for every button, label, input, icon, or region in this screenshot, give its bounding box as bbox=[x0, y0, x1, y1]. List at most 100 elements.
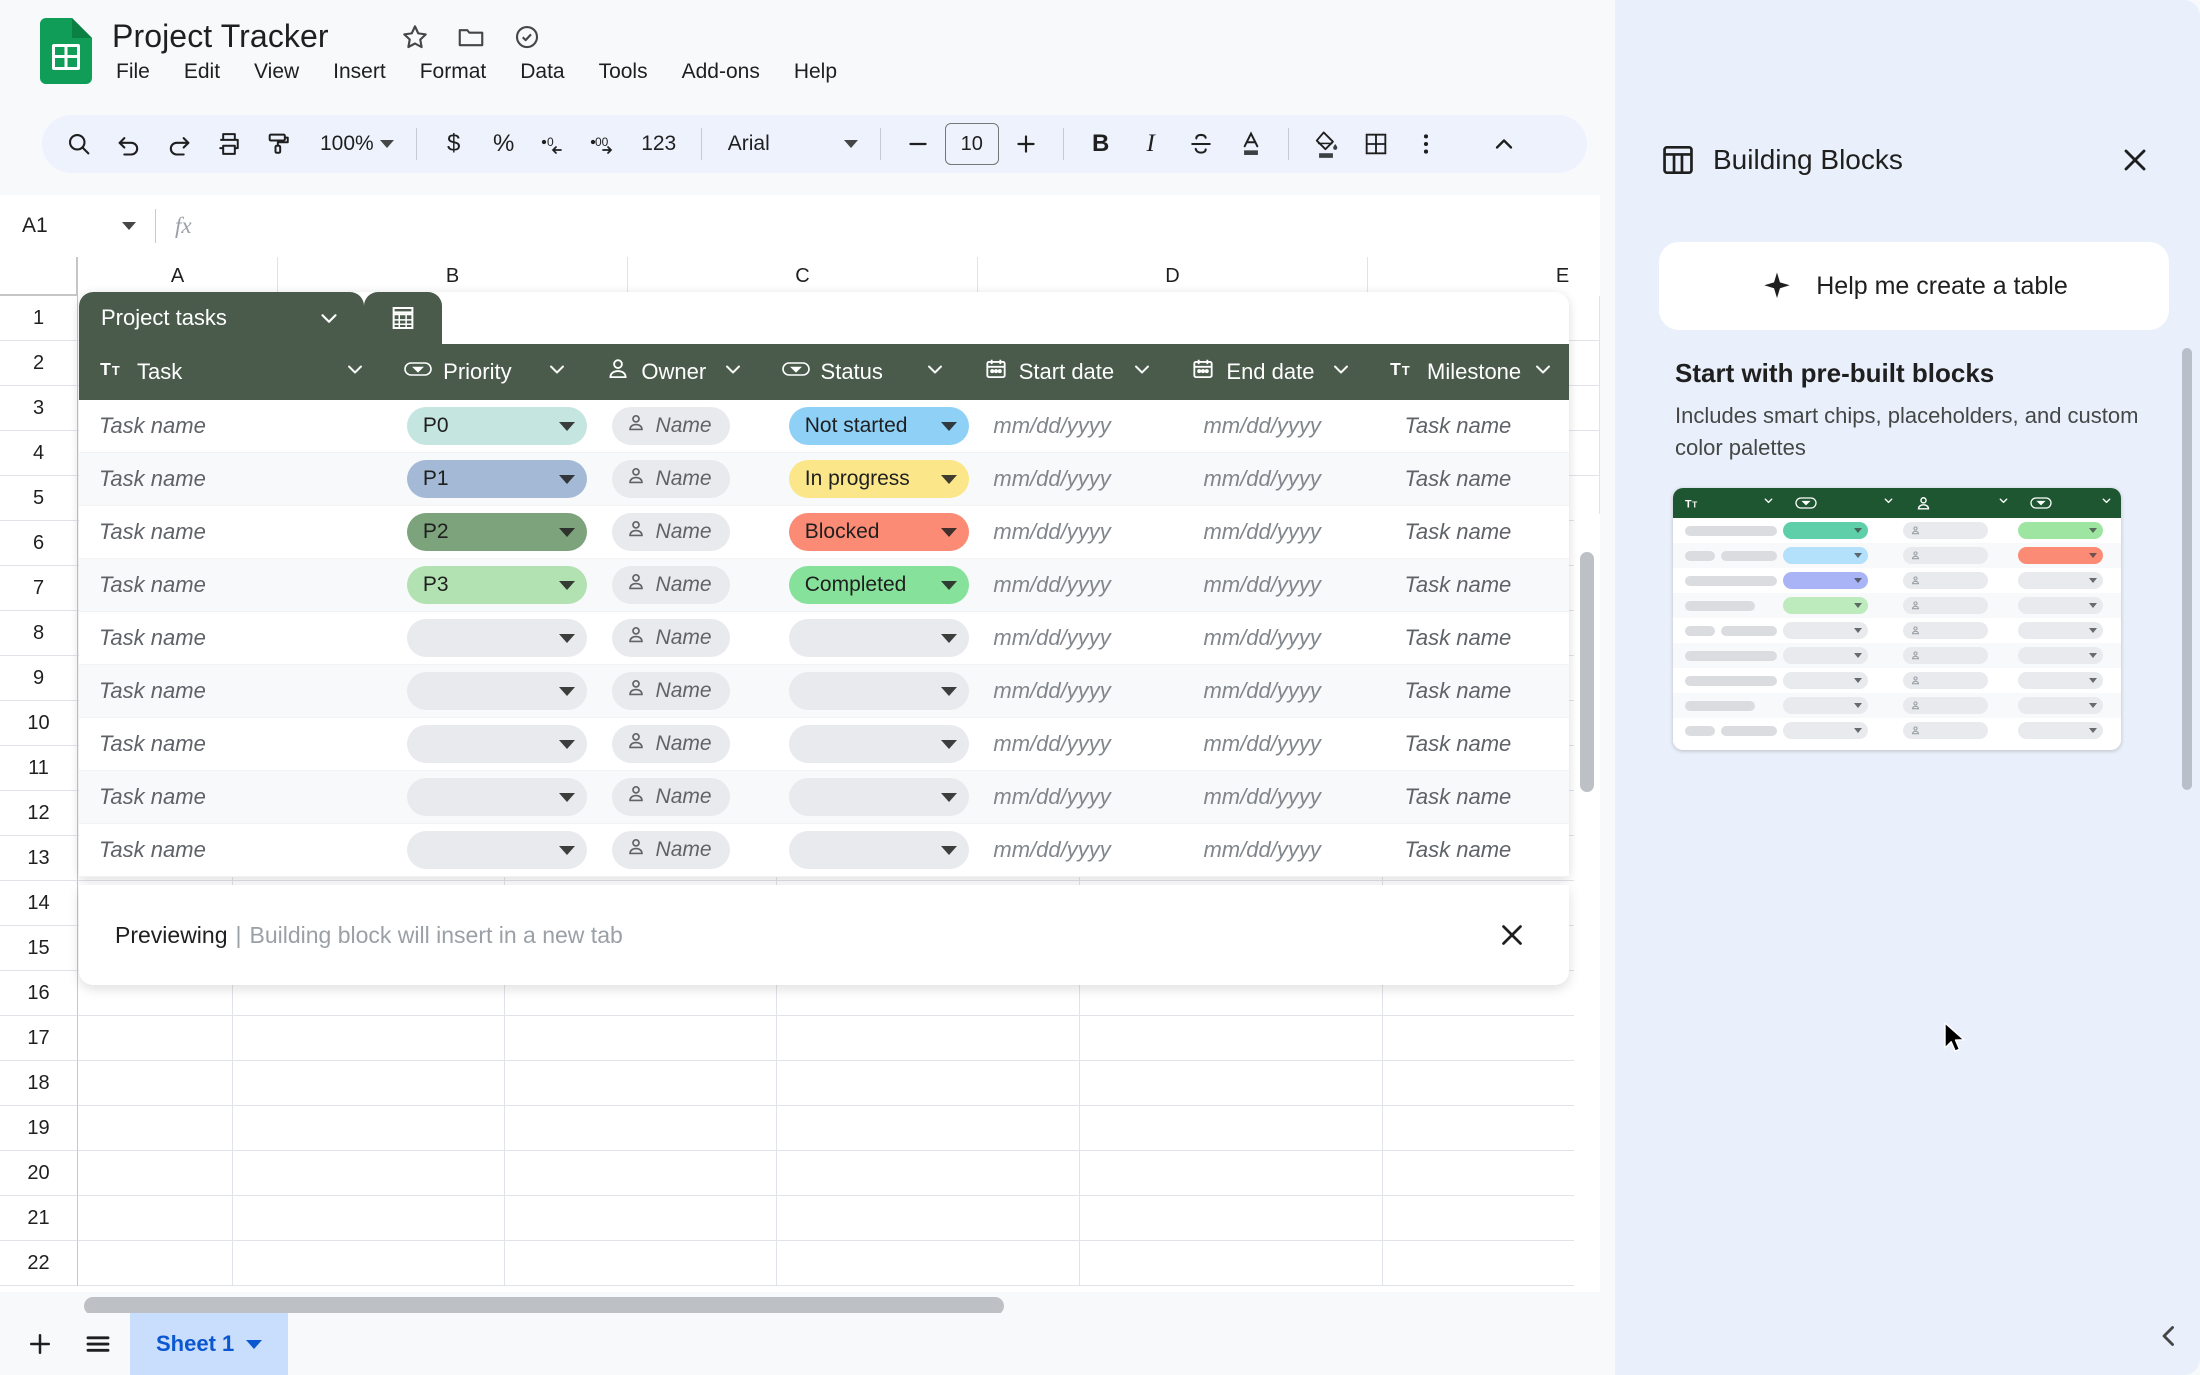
bb-table-row[interactable]: Task name Name mm/dd/yyyy mm/dd/yyyy Task na… bbox=[79, 771, 1569, 824]
owner-chip[interactable]: Name bbox=[611, 778, 730, 816]
row-header-1[interactable]: 1 bbox=[0, 296, 78, 341]
status-chip[interactable]: Blocked bbox=[788, 513, 969, 551]
bb-cell-milestone[interactable]: Task name bbox=[1384, 612, 1569, 665]
building-block-table-preview[interactable]: Project tasks T T Task Priority Owner Status S… bbox=[79, 292, 1569, 877]
status-chip[interactable] bbox=[788, 778, 969, 816]
chevron-down-icon[interactable] bbox=[721, 357, 745, 387]
menu-data[interactable]: Data bbox=[516, 58, 568, 86]
status-chip[interactable]: Not started bbox=[788, 407, 969, 445]
bb-column-header-priority[interactable]: Priority bbox=[383, 344, 585, 400]
bb-cell-task[interactable]: Task name bbox=[79, 453, 387, 506]
grid-row[interactable] bbox=[78, 1151, 1600, 1196]
grid-cell[interactable] bbox=[505, 1016, 777, 1061]
grid-cell[interactable] bbox=[505, 1106, 777, 1151]
bb-cell-task[interactable]: Task name bbox=[79, 400, 387, 453]
bb-table-row[interactable]: Task name P3 Name Completed mm/dd/yyyy mm/dd/… bbox=[79, 559, 1569, 612]
bb-column-header-milestone[interactable]: T T Milestone bbox=[1369, 344, 1569, 400]
row-header-2[interactable]: 2 bbox=[0, 341, 78, 386]
grid-cell[interactable] bbox=[78, 1196, 234, 1241]
menu-edit[interactable]: Edit bbox=[180, 58, 224, 86]
bb-cell-task[interactable]: Task name bbox=[79, 506, 387, 559]
grid-cell[interactable] bbox=[776, 1016, 1080, 1061]
formula-input[interactable] bbox=[215, 211, 1575, 241]
bb-cell-milestone[interactable]: Task name bbox=[1384, 824, 1569, 877]
owner-chip[interactable]: Name bbox=[611, 407, 730, 445]
priority-chip[interactable] bbox=[406, 672, 587, 710]
bb-cell-end-date[interactable]: mm/dd/yyyy bbox=[1183, 612, 1384, 665]
row-header-21[interactable]: 21 bbox=[0, 1196, 78, 1241]
grid-row[interactable] bbox=[78, 1016, 1600, 1061]
bb-table-row[interactable]: Task name Name mm/dd/yyyy mm/dd/yyyy Task na… bbox=[79, 612, 1569, 665]
cloud-saved-icon[interactable] bbox=[512, 22, 542, 52]
bb-cell-start-date[interactable]: mm/dd/yyyy bbox=[973, 771, 1183, 824]
bb-cell-milestone[interactable]: Task name bbox=[1384, 506, 1569, 559]
row-header-14[interactable]: 14 bbox=[0, 881, 78, 926]
bb-cell-end-date[interactable]: mm/dd/yyyy bbox=[1183, 718, 1384, 771]
bb-cell-end-date[interactable]: mm/dd/yyyy bbox=[1183, 453, 1384, 506]
menu-tools[interactable]: Tools bbox=[595, 58, 652, 86]
bb-cell-priority[interactable]: P0 bbox=[387, 400, 592, 453]
owner-chip[interactable]: Name bbox=[611, 831, 730, 869]
vertical-scrollbar-track[interactable] bbox=[1574, 514, 1600, 1292]
menu-addons[interactable]: Add-ons bbox=[678, 58, 764, 86]
menu-file[interactable]: File bbox=[112, 58, 154, 86]
grid-cell[interactable] bbox=[78, 1151, 234, 1196]
grid-cell[interactable] bbox=[776, 1196, 1080, 1241]
row-header-3[interactable]: 3 bbox=[0, 386, 78, 431]
chevron-left-icon[interactable] bbox=[2152, 1319, 2186, 1353]
grid-cell[interactable] bbox=[1382, 1061, 1600, 1106]
chevron-down-icon[interactable] bbox=[1531, 357, 1555, 387]
chevron-down-icon[interactable] bbox=[923, 357, 947, 387]
bb-cell-start-date[interactable]: mm/dd/yyyy bbox=[973, 453, 1183, 506]
owner-chip[interactable]: Name bbox=[611, 672, 730, 710]
row-header-9[interactable]: 9 bbox=[0, 656, 78, 701]
more-options-icon[interactable] bbox=[1403, 121, 1449, 167]
grid-cell[interactable] bbox=[776, 1061, 1080, 1106]
bb-table-row[interactable]: Task name P0 Name Not started mm/dd/yyyy mm/d… bbox=[79, 400, 1569, 453]
row-header-12[interactable]: 12 bbox=[0, 791, 78, 836]
chevron-down-icon[interactable] bbox=[1130, 357, 1154, 387]
bb-cell-task[interactable]: Task name bbox=[79, 665, 387, 718]
priority-chip[interactable] bbox=[406, 725, 587, 763]
grid-cell[interactable] bbox=[776, 1241, 1080, 1286]
owner-chip[interactable]: Name bbox=[611, 460, 730, 498]
font-family-select[interactable]: Arial bbox=[716, 121, 866, 167]
owner-chip[interactable]: Name bbox=[611, 619, 730, 657]
fill-color-icon[interactable] bbox=[1303, 121, 1349, 167]
grid-cell[interactable] bbox=[1382, 1151, 1600, 1196]
owner-chip[interactable]: Name bbox=[611, 566, 730, 604]
paint-format-icon[interactable] bbox=[256, 121, 302, 167]
star-icon[interactable] bbox=[400, 22, 430, 52]
bb-cell-priority[interactable] bbox=[387, 612, 592, 665]
prebuilt-block-thumbnail[interactable]: TT bbox=[1673, 488, 2121, 750]
bb-cell-end-date[interactable]: mm/dd/yyyy bbox=[1183, 771, 1384, 824]
row-header-17[interactable]: 17 bbox=[0, 1016, 78, 1061]
bb-cell-milestone[interactable]: Task name bbox=[1384, 665, 1569, 718]
redo-icon[interactable] bbox=[156, 121, 202, 167]
grid-cell[interactable] bbox=[78, 1016, 234, 1061]
bb-cell-status[interactable] bbox=[769, 612, 974, 665]
grid-cell[interactable] bbox=[505, 1196, 777, 1241]
grid-cell[interactable] bbox=[233, 1061, 506, 1106]
bb-column-header-owner[interactable]: Owner bbox=[585, 344, 760, 400]
font-size-input[interactable]: 10 bbox=[944, 123, 999, 165]
bb-table-row[interactable]: Task name Name mm/dd/yyyy mm/dd/yyyy Task na… bbox=[79, 718, 1569, 771]
grid-row[interactable] bbox=[78, 1061, 1600, 1106]
bb-table-tab[interactable]: Project tasks bbox=[79, 292, 364, 344]
print-icon[interactable] bbox=[206, 121, 252, 167]
bb-cell-status[interactable] bbox=[769, 718, 974, 771]
owner-chip[interactable]: Name bbox=[611, 725, 730, 763]
menu-help[interactable]: Help bbox=[790, 58, 841, 86]
row-header-6[interactable]: 6 bbox=[0, 521, 78, 566]
bb-table-row[interactable]: Task name P1 Name In progress mm/dd/yyyy mm/d… bbox=[79, 453, 1569, 506]
bold-button[interactable]: B bbox=[1078, 121, 1124, 167]
bb-cell-priority[interactable]: P2 bbox=[387, 506, 592, 559]
select-all-corner[interactable] bbox=[0, 257, 78, 296]
bb-cell-start-date[interactable]: mm/dd/yyyy bbox=[973, 824, 1183, 877]
folder-icon[interactable] bbox=[456, 22, 486, 52]
row-header-11[interactable]: 11 bbox=[0, 746, 78, 791]
row-header-20[interactable]: 20 bbox=[0, 1151, 78, 1196]
bb-cell-priority[interactable]: P1 bbox=[387, 453, 592, 506]
bb-cell-status[interactable]: Completed bbox=[769, 559, 974, 612]
bb-column-header-start-date[interactable]: Start date bbox=[963, 344, 1171, 400]
